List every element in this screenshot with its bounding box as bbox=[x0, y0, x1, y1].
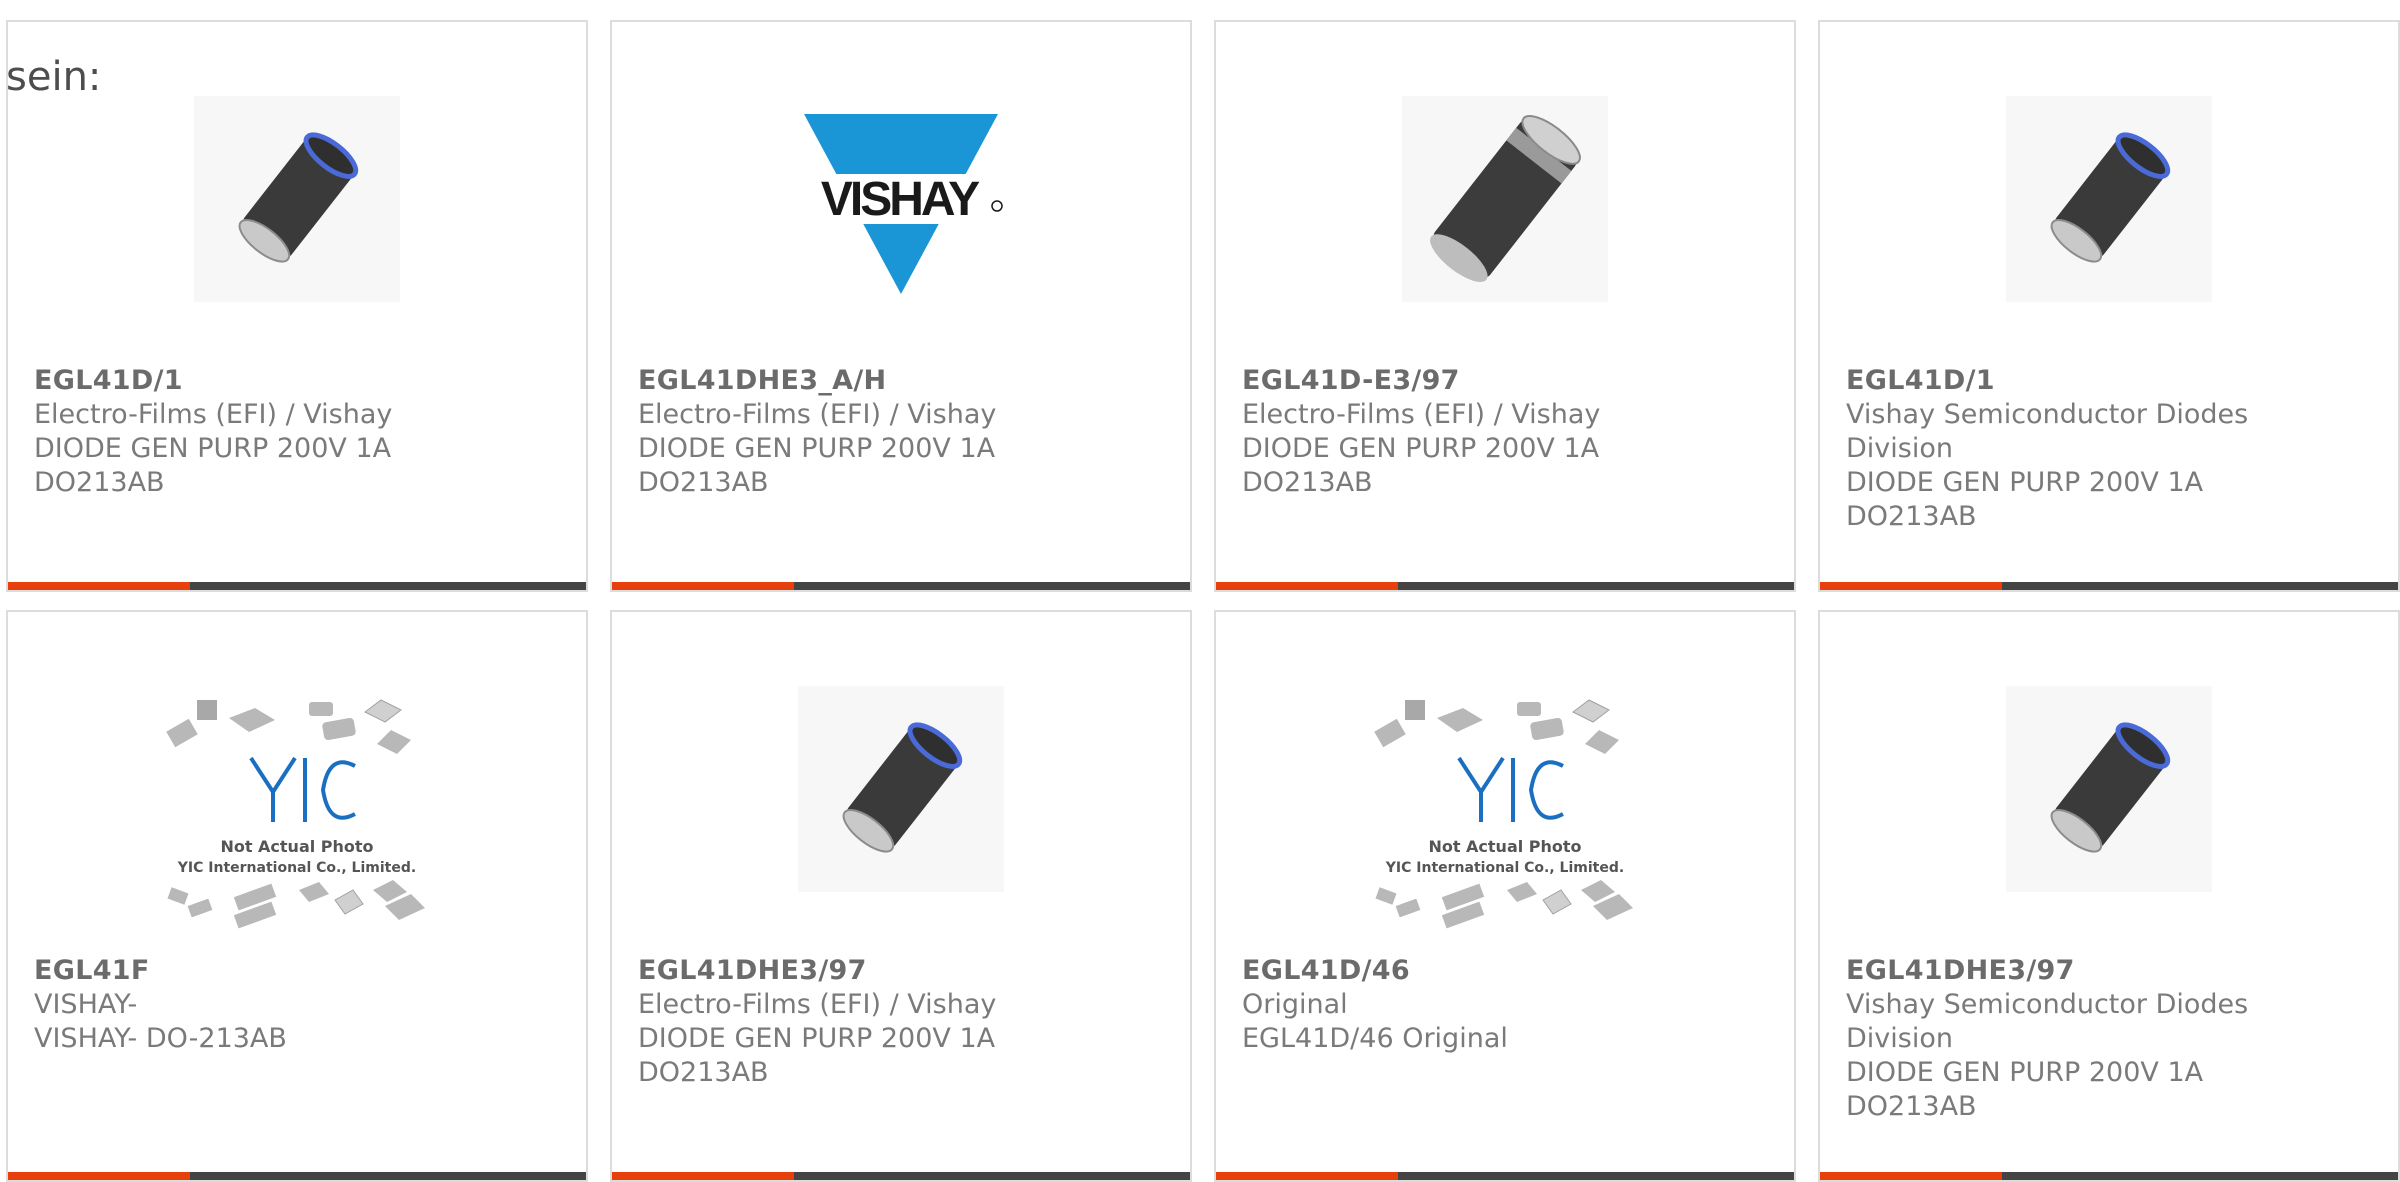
card-bar bbox=[1216, 1172, 1794, 1180]
manufacturer: Electro-Films (EFI) / Vishay bbox=[638, 399, 997, 430]
vishay-logo-text: VISHAY bbox=[821, 173, 980, 226]
manufacturer: Vishay Semiconductor Diodes bbox=[1846, 989, 2249, 1020]
diode-image[interactable] bbox=[2006, 96, 2212, 302]
placeholder-company: YIC International Co., Limited. bbox=[1385, 860, 1624, 876]
package: DO213AB bbox=[638, 1057, 769, 1088]
product-card[interactable]: VISHAY EGL41DHE3_A/H Electro-Films (EFI)… bbox=[610, 20, 1192, 592]
diode-cylinder-icon bbox=[194, 96, 400, 302]
card-accent bbox=[8, 582, 190, 590]
description: VISHAY- DO-213AB bbox=[34, 1023, 287, 1054]
package: DO213AB bbox=[1846, 501, 1977, 532]
diode-cylinder-icon bbox=[2006, 96, 2212, 302]
yic-placeholder-icon: Not Actual Photo YIC International Co., … bbox=[166, 699, 425, 929]
manufacturer: Vishay Semiconductor Diodes bbox=[1846, 399, 2249, 430]
manufacturer: Electro-Films (EFI) / Vishay bbox=[1242, 399, 1601, 430]
description: DIODE GEN PURP 200V 1A bbox=[1846, 1057, 2204, 1088]
part-number[interactable]: EGL41D/1 bbox=[1846, 364, 2378, 398]
description: DIODE GEN PURP 200V 1A bbox=[1846, 467, 2204, 498]
product-card[interactable]: EGL41D/1 Vishay Semiconductor Diodes Div… bbox=[1818, 20, 2400, 592]
placeholder-note: Not Actual Photo bbox=[220, 837, 373, 856]
manufacturer: Electro-Films (EFI) / Vishay bbox=[638, 989, 997, 1020]
description: DIODE GEN PURP 200V 1A bbox=[34, 433, 392, 464]
card-bar bbox=[1216, 582, 1794, 590]
card-bar bbox=[8, 582, 586, 590]
part-number[interactable]: EGL41F bbox=[34, 954, 566, 988]
yic-placeholder-image[interactable]: Not Actual Photo YIC International Co., … bbox=[159, 694, 435, 930]
diode-image[interactable] bbox=[194, 96, 400, 302]
product-card[interactable]: EGL41D-E3/97 Electro-Films (EFI) / Visha… bbox=[1214, 20, 1796, 592]
package: DO213AB bbox=[1846, 1091, 1977, 1122]
diode-image[interactable] bbox=[798, 686, 1004, 892]
card-accent bbox=[612, 1172, 794, 1180]
description: DIODE GEN PURP 200V 1A bbox=[638, 1023, 996, 1054]
description: EGL41D/46 Original bbox=[1242, 1023, 1508, 1054]
card-bar bbox=[1820, 582, 2398, 590]
manufacturer-cont: Division bbox=[1846, 433, 1953, 464]
card-bar bbox=[612, 1172, 1190, 1180]
description: DIODE GEN PURP 200V 1A bbox=[1242, 433, 1600, 464]
card-accent bbox=[1820, 582, 2002, 590]
product-card[interactable]: EGL41DHE3/97 Vishay Semiconductor Diodes… bbox=[1818, 610, 2400, 1182]
part-number[interactable]: EGL41DHE3/97 bbox=[1846, 954, 2378, 988]
part-number[interactable]: EGL41D-E3/97 bbox=[1242, 364, 1774, 398]
vishay-logo-icon: VISHAY bbox=[798, 114, 1004, 294]
manufacturer: VISHAY- bbox=[34, 989, 138, 1020]
card-accent bbox=[1216, 1172, 1398, 1180]
description: DIODE GEN PURP 200V 1A bbox=[638, 433, 996, 464]
part-number[interactable]: EGL41DHE3/97 bbox=[638, 954, 1170, 988]
product-grid: EGL41D/1 Electro-Films (EFI) / Vishay DI… bbox=[0, 0, 2400, 1182]
part-number[interactable]: EGL41DHE3_A/H bbox=[638, 364, 1170, 398]
package: DO213AB bbox=[638, 467, 769, 498]
package: DO213AB bbox=[1242, 467, 1373, 498]
card-bar bbox=[8, 1172, 586, 1180]
vishay-logo[interactable]: VISHAY bbox=[798, 96, 1004, 302]
part-number[interactable]: EGL41D/46 bbox=[1242, 954, 1774, 988]
diode-image[interactable] bbox=[1402, 96, 1608, 302]
yic-placeholder-icon: Not Actual Photo YIC International Co., … bbox=[1374, 699, 1633, 929]
manufacturer: Original bbox=[1242, 989, 1348, 1020]
card-accent bbox=[612, 582, 794, 590]
package: DO213AB bbox=[34, 467, 165, 498]
card-bar bbox=[1820, 1172, 2398, 1180]
card-accent bbox=[1216, 582, 1398, 590]
diode-cylinder-icon bbox=[1402, 96, 1608, 302]
product-card[interactable]: Not Actual Photo YIC International Co., … bbox=[6, 610, 588, 1182]
card-accent bbox=[1820, 1172, 2002, 1180]
diode-image[interactable] bbox=[2006, 686, 2212, 892]
lead-text: sein: bbox=[6, 54, 102, 100]
card-accent bbox=[8, 1172, 190, 1180]
diode-cylinder-icon bbox=[2006, 686, 2212, 892]
product-card[interactable]: EGL41DHE3/97 Electro-Films (EFI) / Visha… bbox=[610, 610, 1192, 1182]
placeholder-note: Not Actual Photo bbox=[1428, 837, 1581, 856]
yic-placeholder-image[interactable]: Not Actual Photo YIC International Co., … bbox=[1367, 694, 1643, 930]
product-card[interactable]: EGL41D/1 Electro-Films (EFI) / Vishay DI… bbox=[6, 20, 588, 592]
card-bar bbox=[612, 582, 1190, 590]
part-number[interactable]: EGL41D/1 bbox=[34, 364, 566, 398]
diode-cylinder-icon bbox=[798, 686, 1004, 892]
manufacturer-cont: Division bbox=[1846, 1023, 1953, 1054]
placeholder-company: YIC International Co., Limited. bbox=[177, 860, 416, 876]
manufacturer: Electro-Films (EFI) / Vishay bbox=[34, 399, 393, 430]
product-card[interactable]: Not Actual Photo YIC International Co., … bbox=[1214, 610, 1796, 1182]
